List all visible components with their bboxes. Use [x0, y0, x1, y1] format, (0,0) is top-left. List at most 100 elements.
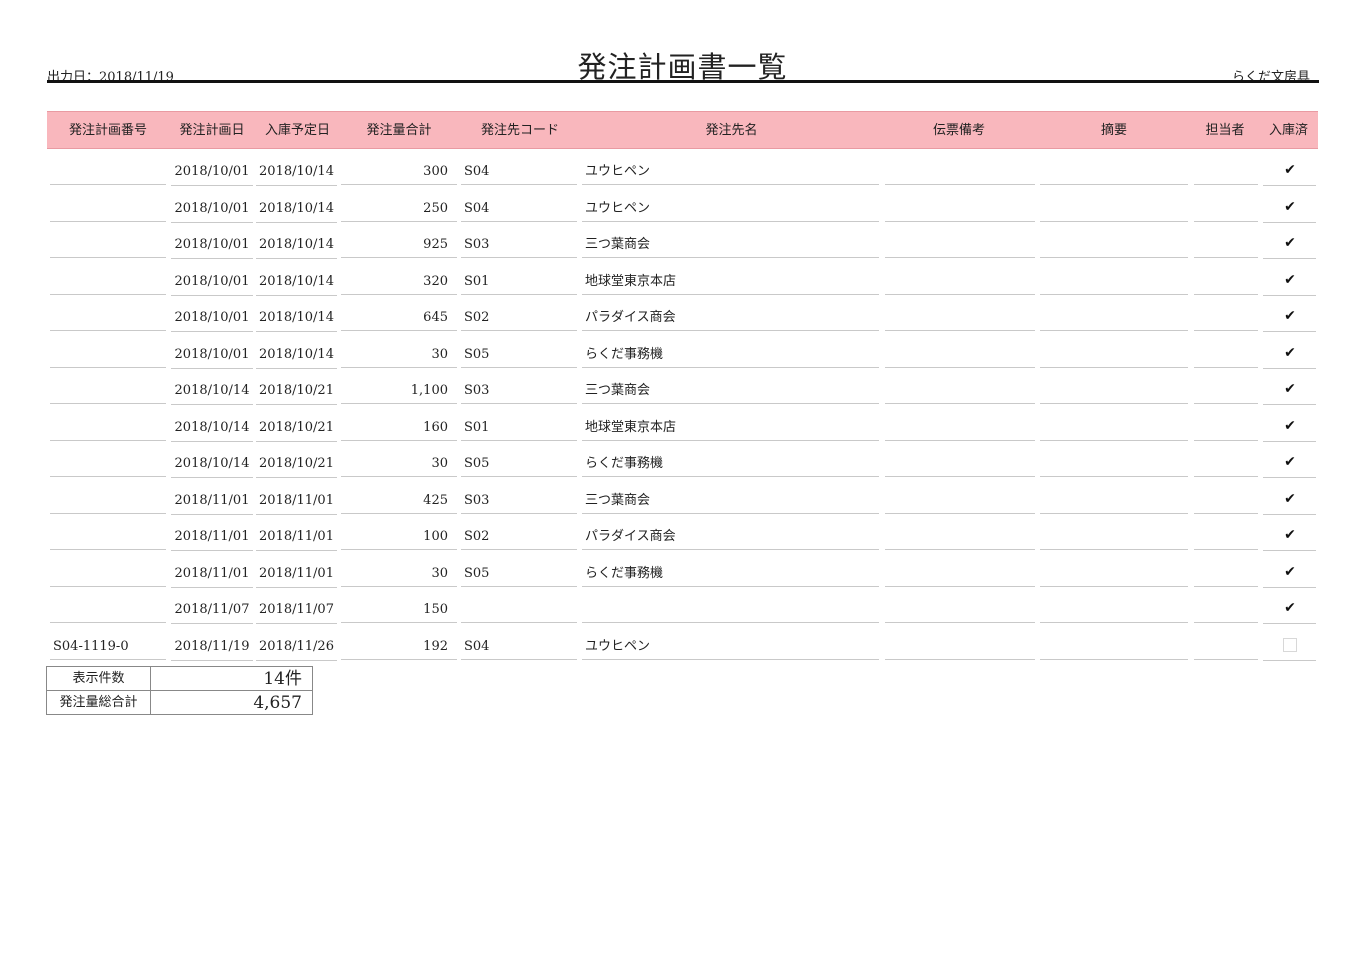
- cell-plan-number: [50, 445, 166, 477]
- cell-arrival-date: 2018/10/14: [256, 263, 337, 296]
- col-header-plan-date: 発注計画日: [179, 123, 245, 138]
- cell-memo: [1040, 263, 1188, 295]
- check-icon[interactable]: ✔: [1283, 309, 1297, 323]
- cell-slip-note: [885, 372, 1035, 404]
- table-row: 2018/10/14 2018/10/21 30 S05 らくだ事務機 ✔: [47, 445, 1318, 482]
- table-row: 2018/10/01 2018/10/14 30 S05 らくだ事務機 ✔: [47, 336, 1318, 373]
- cell-qty-total: 250: [341, 190, 457, 222]
- cell-memo: [1040, 226, 1188, 258]
- cell-supplier-name: ユウヒペン: [582, 153, 879, 185]
- cell-plan-date: 2018/10/14: [171, 445, 253, 478]
- empty-checkbox-icon[interactable]: [1283, 637, 1297, 652]
- cell-received: ✔: [1263, 518, 1316, 551]
- col-header-received: 入庫済: [1268, 123, 1308, 138]
- cell-staff: [1194, 409, 1258, 441]
- table-row: 2018/10/01 2018/10/14 250 S04 ユウヒペン ✔: [47, 190, 1318, 227]
- cell-arrival-date: 2018/11/01: [256, 555, 337, 588]
- cell-qty-total: 192: [341, 628, 457, 660]
- cell-qty-total: 30: [341, 445, 457, 477]
- check-icon[interactable]: ✔: [1283, 455, 1297, 469]
- cell-plan-number: [50, 518, 166, 550]
- cell-memo: [1040, 628, 1188, 660]
- cell-staff: [1194, 153, 1258, 185]
- cell-slip-note: [885, 336, 1035, 368]
- cell-arrival-date: 2018/10/21: [256, 445, 337, 478]
- cell-plan-date: 2018/10/01: [171, 336, 253, 369]
- cell-received: ✔: [1263, 372, 1316, 405]
- cell-slip-note: [885, 482, 1035, 514]
- cell-plan-number: [50, 226, 166, 258]
- check-icon[interactable]: ✔: [1283, 382, 1297, 396]
- table-row: 2018/10/01 2018/10/14 320 S01 地球堂東京本店 ✔: [47, 263, 1318, 300]
- cell-qty-total: 100: [341, 518, 457, 550]
- cell-memo: [1040, 518, 1188, 550]
- cell-slip-note: [885, 518, 1035, 550]
- cell-memo: [1040, 153, 1188, 185]
- cell-supplier-name: ユウヒペン: [582, 628, 879, 660]
- check-icon[interactable]: ✔: [1283, 419, 1297, 433]
- cell-staff: [1194, 190, 1258, 222]
- cell-supplier-name: 三つ葉商会: [582, 482, 879, 514]
- cell-staff: [1194, 591, 1258, 623]
- cell-memo: [1040, 372, 1188, 404]
- check-icon[interactable]: ✔: [1283, 528, 1297, 542]
- cell-received: ✔: [1263, 190, 1316, 223]
- summary-total-row: 発注量総合計 4,657: [47, 690, 312, 714]
- check-icon[interactable]: ✔: [1283, 346, 1297, 360]
- cell-plan-number: [50, 299, 166, 331]
- cell-supplier-name: 地球堂東京本店: [582, 409, 879, 441]
- cell-slip-note: [885, 409, 1035, 441]
- cell-arrival-date: 2018/10/14: [256, 299, 337, 332]
- title-divider: [47, 80, 1319, 83]
- cell-supplier-code: S04: [461, 628, 577, 660]
- cell-slip-note: [885, 299, 1035, 331]
- cell-staff: [1194, 628, 1258, 660]
- cell-qty-total: 30: [341, 555, 457, 587]
- cell-arrival-date: 2018/10/21: [256, 372, 337, 405]
- cell-plan-date: 2018/11/19: [171, 628, 253, 661]
- cell-plan-date: 2018/10/01: [171, 299, 253, 332]
- cell-memo: [1040, 591, 1188, 623]
- cell-supplier-code: S03: [461, 226, 577, 258]
- cell-supplier-name: [582, 591, 879, 623]
- cell-staff: [1194, 263, 1258, 295]
- cell-qty-total: 300: [341, 153, 457, 185]
- cell-qty-total: 425: [341, 482, 457, 514]
- check-icon[interactable]: ✔: [1283, 163, 1297, 177]
- cell-arrival-date: 2018/10/14: [256, 153, 337, 186]
- check-icon[interactable]: ✔: [1283, 236, 1297, 250]
- cell-plan-number: [50, 591, 166, 623]
- cell-plan-date: 2018/11/01: [171, 482, 253, 515]
- cell-plan-date: 2018/10/01: [171, 263, 253, 296]
- cell-plan-number: [50, 409, 166, 441]
- cell-supplier-code: S04: [461, 153, 577, 185]
- report-header: 出力日：2018/11/19 発注計画書一覧 らくだ文房具: [47, 40, 1318, 85]
- cell-memo: [1040, 299, 1188, 331]
- cell-received: ✔: [1263, 263, 1316, 296]
- cell-plan-number: [50, 190, 166, 222]
- cell-supplier-code: [461, 591, 577, 623]
- check-icon[interactable]: ✔: [1283, 273, 1297, 287]
- check-icon[interactable]: ✔: [1283, 492, 1297, 506]
- check-icon[interactable]: ✔: [1283, 200, 1297, 214]
- cell-plan-number: S04-1119-0: [50, 628, 166, 660]
- check-icon[interactable]: ✔: [1283, 565, 1297, 579]
- table-row: 2018/11/07 2018/11/07 150 ✔: [47, 591, 1318, 628]
- cell-memo: [1040, 445, 1188, 477]
- cell-staff: [1194, 299, 1258, 331]
- cell-memo: [1040, 482, 1188, 514]
- table-row: 2018/11/01 2018/11/01 100 S02 パラダイス商会 ✔: [47, 518, 1318, 555]
- cell-staff: [1194, 226, 1258, 258]
- cell-plan-number: [50, 372, 166, 404]
- cell-qty-total: 30: [341, 336, 457, 368]
- cell-slip-note: [885, 263, 1035, 295]
- table-row: 2018/10/14 2018/10/21 1,100 S03 三つ葉商会 ✔: [47, 372, 1318, 409]
- cell-received: ✔: [1263, 409, 1316, 442]
- check-icon[interactable]: ✔: [1283, 601, 1297, 615]
- cell-plan-date: 2018/10/14: [171, 409, 253, 442]
- cell-plan-date: 2018/11/01: [171, 555, 253, 588]
- table-row: 2018/10/14 2018/10/21 160 S01 地球堂東京本店 ✔: [47, 409, 1318, 446]
- cell-supplier-name: パラダイス商会: [582, 299, 879, 331]
- table-row: 2018/10/01 2018/10/14 300 S04 ユウヒペン ✔: [47, 153, 1318, 190]
- cell-supplier-code: S03: [461, 372, 577, 404]
